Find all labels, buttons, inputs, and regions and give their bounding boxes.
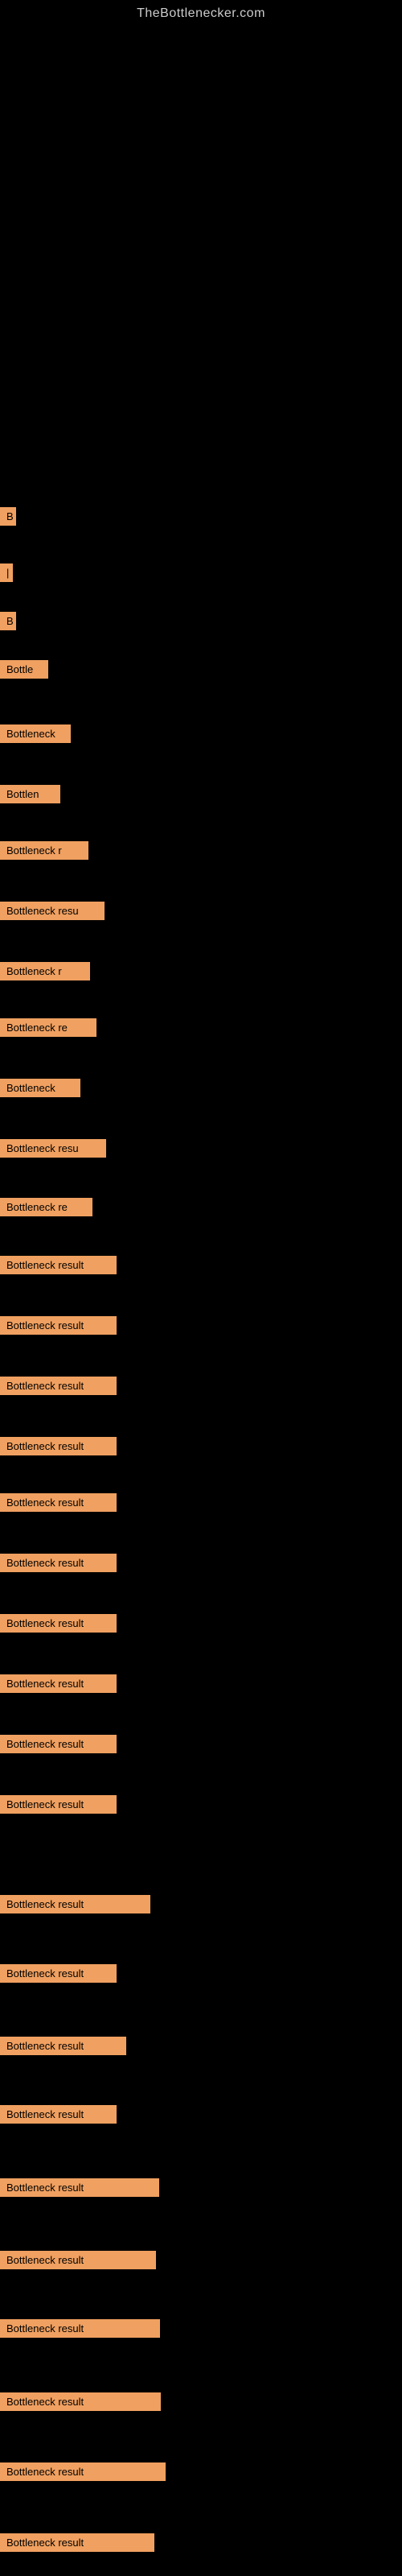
bottleneck-item: Bottleneck result	[0, 2178, 159, 2197]
bottleneck-item: Bottleneck result	[0, 1554, 117, 1572]
bottleneck-item: Bottleneck result	[0, 1377, 117, 1395]
bottleneck-item: Bottleneck result	[0, 2462, 166, 2481]
bottleneck-item: Bottleneck re	[0, 1018, 96, 1037]
bottleneck-item: Bottleneck r	[0, 841, 88, 860]
bottleneck-item: Bottleneck result	[0, 1256, 117, 1274]
bottleneck-item: Bottleneck result	[0, 2319, 160, 2338]
bottleneck-item: Bottleneck result	[0, 1895, 150, 1913]
bottleneck-item: Bottleneck result	[0, 1735, 117, 1753]
bottleneck-item: Bottleneck	[0, 724, 71, 743]
bottleneck-item: Bottleneck resu	[0, 1139, 106, 1158]
bottleneck-item: Bottleneck result	[0, 2533, 154, 2552]
bottleneck-item: Bottleneck re	[0, 1198, 92, 1216]
bottleneck-item: Bottleneck result	[0, 2392, 161, 2411]
bottleneck-item: Bottleneck result	[0, 2251, 156, 2269]
bottleneck-item: Bottle	[0, 660, 48, 679]
bottleneck-item: Bottleneck resu	[0, 902, 105, 920]
bottleneck-item: Bottleneck r	[0, 962, 90, 980]
bottleneck-item: Bottleneck result	[0, 1964, 117, 1983]
bottleneck-item: |	[0, 564, 13, 582]
bottleneck-item: Bottleneck result	[0, 1674, 117, 1693]
bottleneck-item: Bottlen	[0, 785, 60, 803]
bottleneck-item: Bottleneck result	[0, 1493, 117, 1512]
bottleneck-item: Bottleneck result	[0, 1614, 117, 1633]
bottleneck-item: B	[0, 507, 16, 526]
bottleneck-item: Bottleneck result	[0, 1437, 117, 1455]
bottleneck-item: Bottleneck result	[0, 2037, 126, 2055]
bottleneck-item: Bottleneck result	[0, 1795, 117, 1814]
bottleneck-item: Bottleneck	[0, 1079, 80, 1097]
bottleneck-item: Bottleneck result	[0, 2105, 117, 2124]
bottleneck-item: B	[0, 612, 16, 630]
bottleneck-item: Bottleneck result	[0, 1316, 117, 1335]
site-title: TheBottlenecker.com	[0, 0, 402, 21]
